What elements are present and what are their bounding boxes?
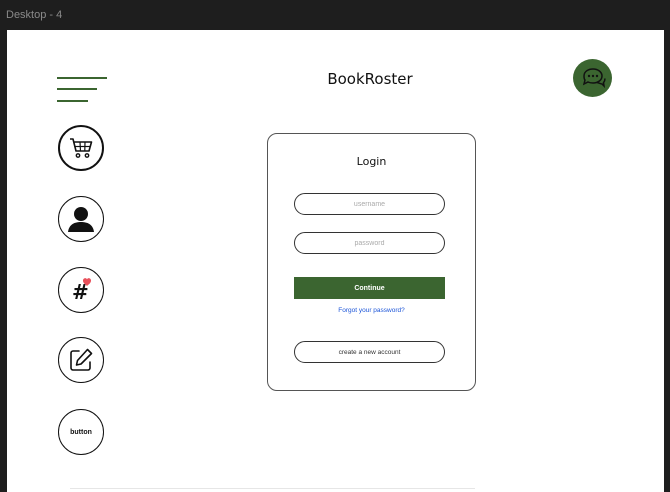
hashtag-heart-icon: # [72, 278, 92, 304]
frame-label: Desktop - 4 [6, 9, 63, 21]
desktop-frame: BookRoster # button Login username Conti… [7, 30, 664, 492]
tags-button[interactable]: # [58, 267, 104, 313]
profile-button[interactable] [58, 196, 104, 242]
generic-button-label: button [70, 428, 92, 436]
continue-button[interactable]: Continue [294, 277, 445, 299]
username-input[interactable] [294, 193, 445, 215]
chat-bubbles-icon [582, 68, 606, 89]
generic-button[interactable]: button [58, 409, 104, 455]
hamburger-menu-icon[interactable] [57, 77, 107, 105]
login-card: Login Continue Forgot your password? cre… [267, 133, 476, 391]
login-title: Login [356, 155, 387, 168]
app-title: BookRoster [327, 70, 413, 88]
cart-button[interactable] [58, 125, 104, 171]
password-input[interactable] [294, 232, 445, 254]
edit-icon [70, 348, 93, 371]
user-icon [68, 207, 94, 232]
edit-button[interactable] [58, 337, 104, 383]
divider [70, 488, 475, 489]
create-account-button[interactable]: create a new account [294, 341, 445, 363]
chat-button[interactable] [573, 59, 612, 97]
cart-icon [70, 138, 93, 158]
forgot-password-link[interactable]: Forgot your password? [268, 307, 475, 314]
